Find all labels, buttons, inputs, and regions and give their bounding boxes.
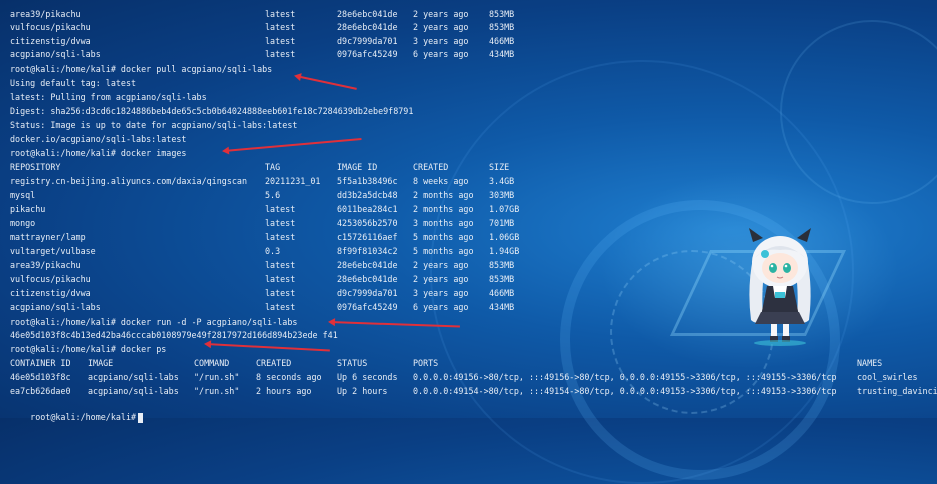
anime-character-illustration: [749, 228, 811, 346]
ps-header: CONTAINER ID IMAGE COMMAND CREATED STATUS POR…: [10, 358, 883, 368]
terminal[interactable]: area39/pikachu latest 28e6ebc041de 2 years …: [0, 0, 937, 423]
command-docker-ps: root@kali:/home/kali# docker ps: [10, 344, 167, 354]
image-row: vultarget/vulbase 0.3 8f99f81034c2 5 months…: [10, 246, 520, 256]
image-row: mysql 5.6 dd3b2a5dcb48 2 months ago 303MB: [10, 190, 515, 200]
pull-output-line: Using default tag: latest: [10, 78, 137, 88]
command-prompt[interactable]: root@kali:/home/kali#: [10, 398, 144, 423]
image-row: registry.cn-beijing.aliyuncs.com/daxia/q…: [10, 176, 515, 186]
pull-output-line: latest: Pulling from acgpiano/sqli-labs: [10, 92, 207, 102]
command-docker-pull: root@kali:/home/kali# docker pull acgpia…: [10, 64, 273, 74]
container-row: ea7cb626dae0 acgpiano/sqli-labs "/run.sh" 2…: [10, 386, 937, 396]
image-row: area39/pikachu latest 28e6ebc041de 2 years …: [10, 9, 515, 19]
command-docker-images: root@kali:/home/kali# docker images: [10, 148, 187, 158]
image-row: citizenstig/dvwa latest d9c7999da701 3 year…: [10, 288, 515, 298]
run-output-container-id: 46e05d103f8c4b13ed42ba46cccab0108979e49f…: [10, 330, 338, 340]
image-row: vulfocus/pikachu latest 28e6ebc041de 2 year…: [10, 274, 515, 284]
pull-output-line: Status: Image is up to date for acgpiano…: [10, 120, 298, 130]
image-row: vulfocus/pikachu latest 28e6ebc041de 2 year…: [10, 22, 515, 32]
image-row: acgpiano/sqli-labs latest 0976afc45249 6 ye…: [10, 49, 515, 59]
image-row: mattrayner/lamp latest c15726116aef 5 month…: [10, 232, 520, 242]
pull-output-line: Digest: sha256:d3cd6c1824886beb4de65c5cb…: [10, 106, 414, 116]
pull-output-line: docker.io/acgpiano/sqli-labs:latest: [10, 134, 187, 144]
image-row: acgpiano/sqli-labs latest 0976afc45249 6 ye…: [10, 302, 515, 312]
image-row: mongo latest 4253056b2570 3 months ago 701MB: [10, 218, 515, 228]
command-docker-run: root@kali:/home/kali# docker run -d -P a…: [10, 317, 298, 327]
images-header: REPOSITORY TAG IMAGE ID CREATED SIZE: [10, 162, 510, 172]
image-row: citizenstig/dvwa latest d9c7999da701 3 year…: [10, 36, 515, 46]
image-row: pikachu latest 6011bea284c1 2 months ago 1.0…: [10, 204, 520, 214]
image-row: area39/pikachu latest 28e6ebc041de 2 years …: [10, 260, 515, 270]
container-row: 46e05d103f8c acgpiano/sqli-labs "/run.sh" 8…: [10, 372, 918, 382]
prompt-text: root@kali:/home/kali#: [30, 412, 137, 422]
